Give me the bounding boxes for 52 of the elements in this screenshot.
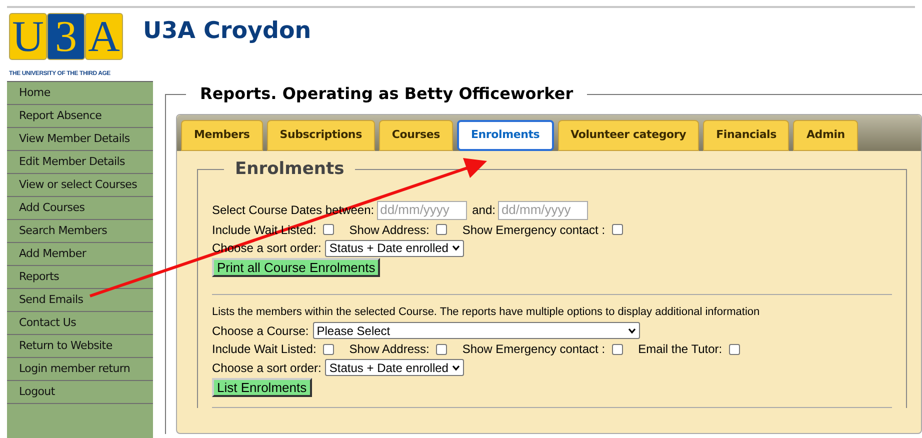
sidebar-link[interactable]: View or select Courses: [7, 174, 153, 197]
dropdown[interactable]: Status + Date enrolled: [325, 240, 464, 256]
sidebar-link[interactable]: Reports: [7, 266, 153, 289]
checkbox[interactable]: [729, 344, 740, 354]
tab[interactable]: Financials: [703, 120, 790, 151]
sidebar-link[interactable]: Send Emails: [7, 289, 153, 312]
date-field[interactable]: dd/mm/yyyy: [498, 200, 588, 220]
course-label: Choose a Course:: [212, 322, 309, 340]
dropdown[interactable]: Please Select: [312, 322, 640, 339]
checkbox[interactable]: [323, 344, 334, 354]
page-heading: Reports. Operating as Betty Officeworker: [199, 86, 574, 102]
print-button[interactable]: Print all Course Enrolments: [212, 258, 380, 277]
sidebar-link[interactable]: Login member return: [7, 358, 153, 381]
option-label: Show Emergency contact :: [462, 222, 606, 238]
option-label: Show Address:: [349, 341, 430, 358]
caret-icon: [452, 364, 460, 370]
option-label: Show Address:: [349, 222, 430, 238]
checkbox[interactable]: [436, 344, 448, 354]
caret-icon: [628, 328, 636, 334]
and-label: and:: [472, 202, 496, 219]
date-field[interactable]: dd/mm/yyyy: [377, 200, 468, 220]
sidebar-link[interactable]: View Member Details: [7, 128, 153, 151]
sidebar-link[interactable]: Logout: [7, 381, 153, 404]
description: Lists the members within the selected Course. The reports have multiple options to display additional information: [212, 305, 761, 320]
section-title: Enrolments: [234, 161, 346, 178]
print-button[interactable]: List Enrolments: [212, 378, 312, 396]
caret-icon: [452, 245, 460, 251]
tab[interactable]: Members: [181, 120, 263, 151]
sidebar-link[interactable]: Contact Us: [7, 312, 153, 335]
tab[interactable]: Volunteer category: [558, 120, 700, 151]
option-label: Email the Tutor:: [638, 341, 722, 358]
sidebar-link[interactable]: Search Members: [7, 220, 153, 243]
sort-label: Choose a sort order:: [212, 360, 322, 376]
checkbox[interactable]: [612, 224, 624, 235]
checkbox[interactable]: [436, 224, 448, 235]
checkbox[interactable]: [323, 224, 334, 235]
site-title: U3A Croydon: [143, 20, 312, 43]
tab[interactable]: Enrolments: [456, 120, 554, 151]
tab[interactable]: Admin: [793, 120, 858, 151]
tab[interactable]: Subscriptions: [266, 120, 375, 151]
sidebar-link[interactable]: Add Member: [7, 243, 153, 266]
sidebar-link[interactable]: Return to Website: [7, 335, 153, 358]
sidebar-link[interactable]: Edit Member Details: [7, 151, 153, 174]
sidebar-link[interactable]: Add Courses: [7, 197, 153, 220]
u3a-logo: U 3 A: [9, 13, 123, 60]
option-label: Show Emergency contact :: [462, 341, 606, 358]
sidebar-link[interactable]: Home: [7, 82, 153, 105]
sidebar-link[interactable]: Report Absence: [7, 105, 153, 128]
tab[interactable]: Courses: [378, 120, 453, 151]
option-label: Include Wait Listed:: [212, 341, 316, 358]
checkbox[interactable]: [612, 344, 624, 354]
dropdown[interactable]: Status + Date enrolled: [325, 359, 464, 376]
